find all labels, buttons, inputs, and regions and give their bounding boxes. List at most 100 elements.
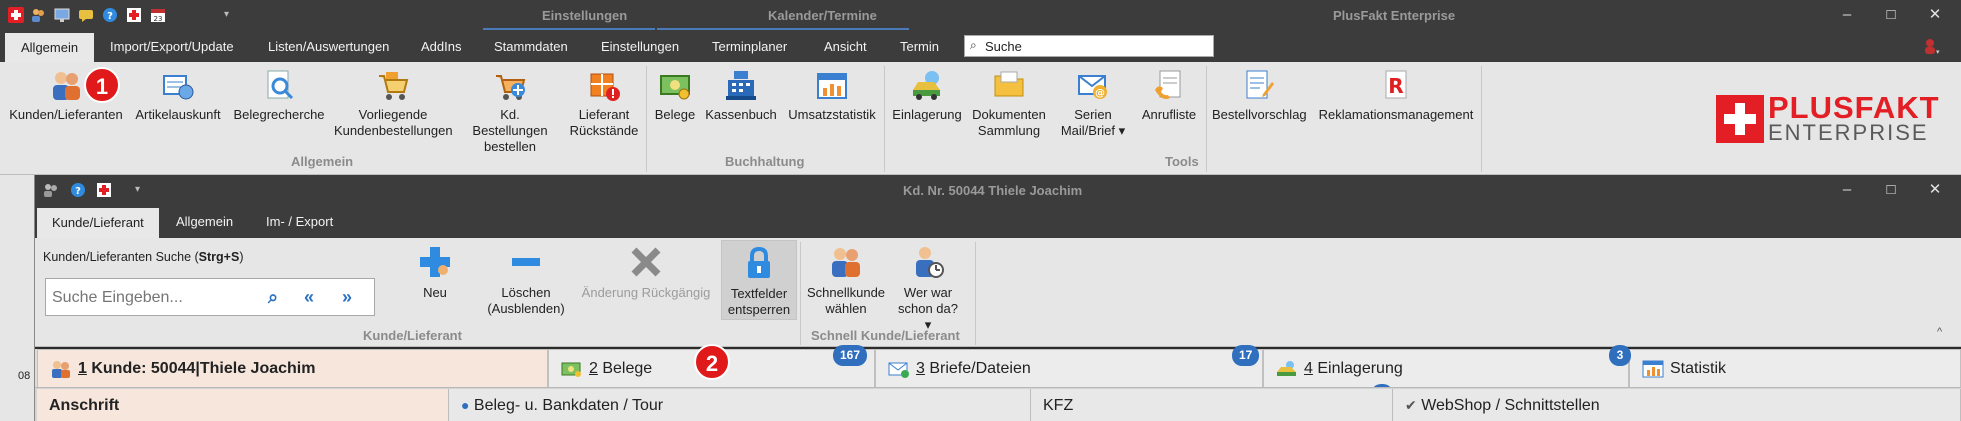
maximize-icon[interactable]: □	[1880, 4, 1902, 26]
context-tab-kalender[interactable]: Kalender/Termine	[768, 8, 877, 23]
tab-terminplaner[interactable]: Terminplaner	[696, 31, 803, 62]
tab-einstellungen[interactable]: Einstellungen	[585, 31, 695, 62]
medical-icon[interactable]	[126, 7, 142, 23]
global-search-box[interactable]: ⌕	[964, 35, 1214, 57]
kd-bestellungen-bestellen-button[interactable]: Kd. Bestellungen bestellen	[464, 68, 556, 155]
record-tabs: 1 Kunde: 50044|Thiele Joachim 2 Belege 3…	[35, 349, 1961, 387]
quick-access-dropdown-icon[interactable]: ▾	[135, 182, 151, 198]
tab-import-export-update[interactable]: Import/Export/Update	[94, 31, 250, 62]
tab-termin[interactable]: Termin	[884, 31, 955, 62]
badge-einlagerung-count: 3	[1609, 345, 1631, 366]
neu-button[interactable]: Neu	[410, 244, 460, 301]
customer-search-label: Kunden/Lieferanten Suche (Strg+S)	[43, 250, 244, 264]
cart-add-icon	[496, 75, 526, 100]
record-tab-statistik[interactable]: Statistik	[1629, 349, 1961, 387]
tab-im-export[interactable]: Im- / Export	[251, 205, 348, 238]
help-icon[interactable]: ?	[70, 182, 86, 198]
user-status-icon[interactable]: ▾	[1922, 37, 1940, 56]
svg-text:?: ?	[107, 11, 113, 22]
globe-icon: ●	[461, 397, 470, 413]
group-label-allgemein: Allgemein	[291, 154, 354, 169]
reklamationsmanagement-button[interactable]: R Reklamationsmanagement	[1316, 68, 1476, 123]
belege-button[interactable]: Belege	[652, 68, 698, 123]
inner-maximize-icon[interactable]: □	[1880, 179, 1902, 201]
money-icon	[660, 75, 690, 100]
storage-car-icon	[1277, 361, 1296, 376]
record-tab-kunde[interactable]: 1 Kunde: 50044|Thiele Joachim	[37, 349, 548, 387]
vorliegende-kundenbestellungen-button[interactable]: Vorliegende Kundenbestellungen	[334, 68, 453, 139]
record-tab-briefe-dateien[interactable]: 3 Briefe/Dateien	[875, 349, 1263, 387]
group-separator	[884, 66, 885, 172]
callout-2: 2	[694, 344, 730, 380]
minimize-icon[interactable]: –	[1836, 4, 1858, 26]
previous-icon[interactable]: «	[304, 287, 314, 308]
quick-access-dropdown-icon[interactable]: ▾	[224, 7, 240, 23]
badge-briefe-count: 17	[1232, 345, 1260, 366]
kassenbuch-button[interactable]: Kassenbuch	[704, 68, 778, 123]
sub-tab-anschrift[interactable]: Anschrift	[37, 389, 449, 421]
minus-icon	[512, 258, 540, 266]
sub-tab-beleg-bankdaten[interactable]: ● Beleg- u. Bankdaten / Tour	[449, 389, 1031, 421]
app-icon[interactable]	[8, 7, 24, 23]
inner-titlebar: ? ▾ Kd. Nr. 50044 Thiele Joachim – □ ✕	[35, 175, 1961, 205]
complaint-icon: R	[1385, 70, 1407, 99]
global-search-input[interactable]	[985, 38, 1205, 54]
inner-window-title: Kd. Nr. 50044 Thiele Joachim	[903, 183, 1083, 198]
schnellkunde-waehlen-button[interactable]: Schnellkunde wählen	[805, 244, 887, 317]
serien-mail-brief-button[interactable]: @ Serien Mail/Brief ▾	[1054, 68, 1132, 139]
calendar-icon[interactable]: 23	[150, 7, 166, 23]
search-icon: ⌕	[970, 38, 977, 52]
tab-kunde-lieferant[interactable]: Kunde/Lieferant	[37, 208, 159, 238]
medical-icon[interactable]	[96, 182, 112, 198]
address-sub-tabs: Anschrift ● Beleg- u. Bankdaten / Tour K…	[35, 387, 1961, 421]
lieferant-rueckstaende-button[interactable]: Lieferant Rückstände	[565, 68, 643, 139]
svg-text:@: @	[1095, 88, 1105, 99]
next-icon[interactable]: »	[342, 287, 352, 308]
anrufliste-button[interactable]: Anrufliste	[1136, 68, 1202, 123]
phone-list-icon	[1155, 70, 1181, 99]
umsatzstatistik-button[interactable]: Umsatzstatistik	[786, 68, 878, 123]
search-icon[interactable]: ⌕	[268, 287, 278, 308]
sub-tab-webshop[interactable]: ✔ WebShop / Schnittstellen	[1393, 389, 1961, 421]
customer-search-box[interactable]: ⌕ « »	[45, 278, 375, 316]
lock-icon	[748, 246, 770, 278]
context-line-einstellungen	[483, 28, 655, 30]
chat-icon[interactable]	[78, 7, 94, 23]
inner-close-icon[interactable]: ✕	[1924, 179, 1946, 201]
record-tab-einlagerung[interactable]: 4 Einlagerung	[1263, 349, 1629, 387]
context-tab-einstellungen[interactable]: Einstellungen	[542, 8, 627, 23]
svg-text:▾: ▾	[1936, 48, 1940, 55]
row-number: 08	[18, 370, 31, 382]
help-icon[interactable]: ?	[102, 7, 118, 23]
textfelder-entsperren-button[interactable]: Textfelder entsperren	[721, 240, 797, 320]
sub-tab-kfz[interactable]: KFZ	[1031, 389, 1393, 421]
collapse-ribbon-icon[interactable]: ^	[1937, 326, 1942, 338]
einlagerung-button[interactable]: Einlagerung	[890, 68, 964, 123]
inner-minimize-icon[interactable]: –	[1836, 179, 1858, 201]
chart-icon	[1642, 360, 1664, 378]
callout-1: 1	[84, 67, 120, 103]
tab-allgemein[interactable]: Allgemein	[5, 33, 95, 62]
tab-ansicht[interactable]: Ansicht	[808, 31, 883, 62]
tab-listen-auswertungen[interactable]: Listen/Auswertungen	[252, 31, 405, 62]
plusfakt-logo: PLUSFAKT ENTERPRISE	[1716, 90, 1939, 146]
chart-icon	[817, 73, 847, 99]
tab-addins[interactable]: AddIns	[405, 31, 477, 62]
users-icon[interactable]	[30, 7, 46, 23]
tab-stammdaten[interactable]: Stammdaten	[478, 31, 584, 62]
loeschen-button[interactable]: Löschen (Ausblenden)	[481, 244, 571, 317]
belegrecherche-button[interactable]: Belegrecherche	[231, 68, 327, 123]
close-icon[interactable]: ✕	[1924, 4, 1946, 26]
wer-war-schon-da-button[interactable]: Wer war schon da? ▾	[893, 244, 963, 333]
dokumenten-sammlung-button[interactable]: Dokumenten Sammlung	[970, 68, 1048, 139]
customer-search-input[interactable]	[52, 288, 252, 308]
monitor-icon[interactable]	[54, 7, 70, 23]
artikelauskunft-button[interactable]: Artikelauskunft	[132, 68, 224, 123]
group-separator	[800, 242, 801, 345]
group-separator	[646, 66, 647, 172]
svg-text:23: 23	[154, 15, 163, 23]
bestellvorschlag-button[interactable]: Bestellvorschlag	[1212, 68, 1307, 123]
tab-inner-allgemein[interactable]: Allgemein	[161, 205, 248, 238]
users-icon[interactable]	[43, 182, 59, 198]
aenderung-rueckgaengig-button[interactable]: Änderung Rückgängig	[580, 244, 712, 301]
